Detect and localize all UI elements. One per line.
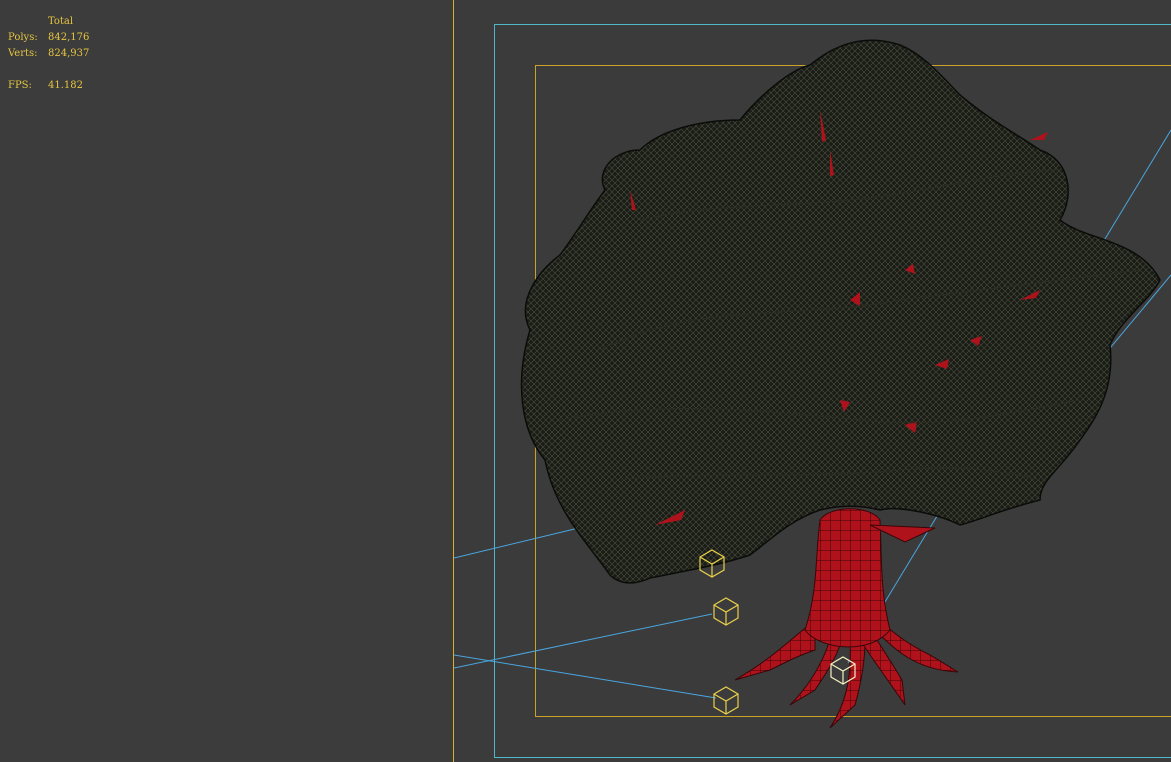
cube-gizmo-icon[interactable] xyxy=(713,686,739,715)
fps-value: 41.182 xyxy=(48,80,83,91)
light-line-3 xyxy=(454,654,717,699)
stats-verts-row: Verts: 824,937 xyxy=(8,46,89,62)
tree-trunk[interactable] xyxy=(804,508,891,648)
stats-spacer xyxy=(8,62,89,78)
verts-value: 824,937 xyxy=(48,48,90,59)
polys-label: Polys: xyxy=(8,32,38,43)
light-line-2 xyxy=(454,613,713,669)
viewport-canvas[interactable] xyxy=(454,0,1171,762)
fps-label: FPS: xyxy=(8,80,32,91)
stats-header-row: Total xyxy=(8,14,89,30)
perspective-viewport[interactable] xyxy=(454,0,1171,762)
polys-value: 842,176 xyxy=(48,32,90,43)
stats-header: Total xyxy=(48,16,74,27)
viewport-statistics: Total Polys: 842,176 Verts: 824,937 FPS:… xyxy=(8,14,89,94)
left-viewport[interactable]: Total Polys: 842,176 Verts: 824,937 FPS:… xyxy=(0,0,453,762)
tree-foliage[interactable] xyxy=(520,39,1161,584)
verts-label: Verts: xyxy=(8,48,38,59)
stats-polys-row: Polys: 842,176 xyxy=(8,30,89,46)
cube-gizmo-icon[interactable] xyxy=(713,597,739,626)
stats-fps-row: FPS: 41.182 xyxy=(8,78,89,94)
